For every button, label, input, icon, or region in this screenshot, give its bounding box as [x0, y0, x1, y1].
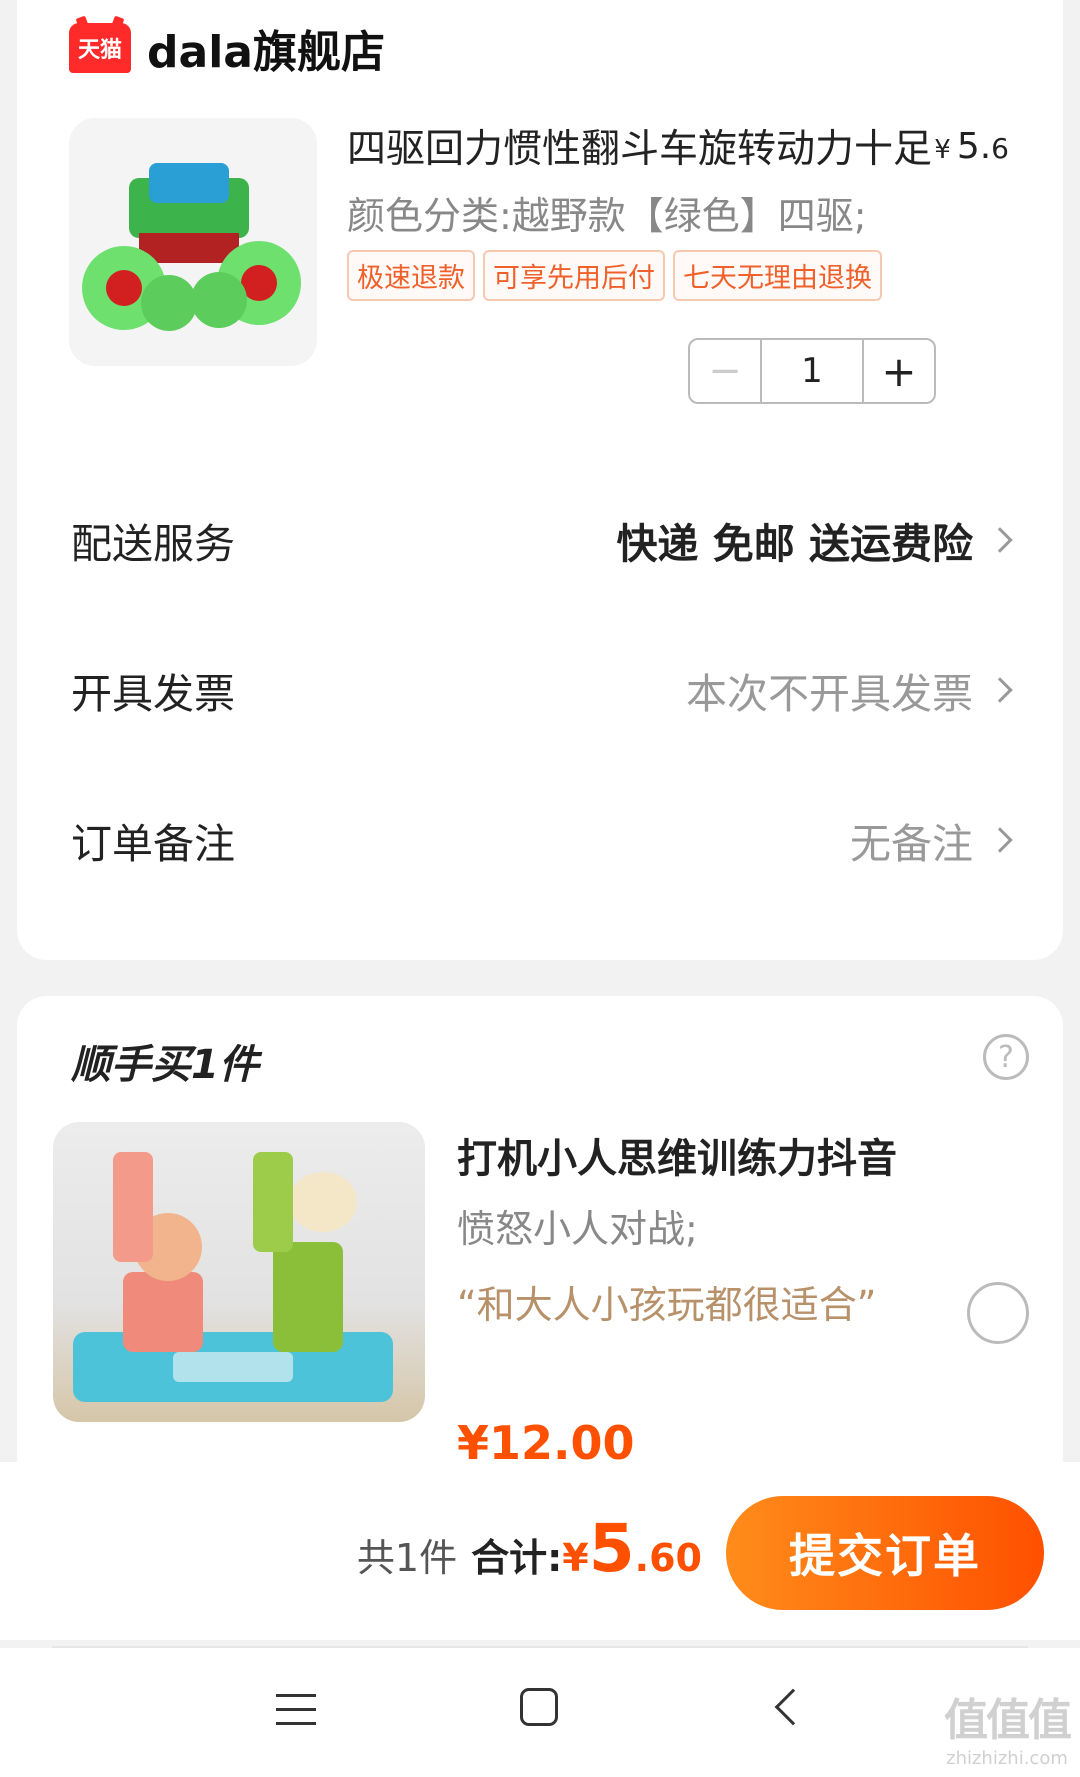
help-icon[interactable]: ?: [983, 1034, 1029, 1080]
chevron-right-icon: [987, 827, 1013, 853]
chevron-right-icon: [987, 677, 1013, 703]
order-total: 共1件 合计: ¥ 5 .60: [357, 1510, 702, 1587]
item-count: 共1件: [356, 1536, 458, 1580]
invoice-label: 开具发票: [71, 670, 235, 718]
shop-name[interactable]: dala旗舰店: [147, 16, 385, 80]
addon-title: 顺手买1件: [71, 1042, 259, 1088]
delivery-value-text: 快递 免邮 送运费险: [616, 520, 973, 568]
quantity-value[interactable]: 1: [762, 340, 862, 402]
addon-select-radio[interactable]: [967, 1282, 1029, 1344]
total-integer: 5: [588, 1510, 635, 1587]
tag-pay-later: 可享先用后付: [483, 250, 665, 301]
tag-fast-refund: 极速退款: [347, 250, 475, 301]
toy-truck-image: [82, 163, 301, 331]
invoice-row[interactable]: 开具发票 本次不开具发票: [71, 650, 1013, 730]
shop-header[interactable]: 天猫 dala旗舰店: [69, 16, 385, 80]
order-card: 天猫 dala旗舰店 四驱回力惯性翻斗车旋转动力十足 ¥5.6 颜色分类:越野款…: [17, 0, 1063, 960]
order-note-value-text: 无备注: [850, 820, 973, 868]
chevron-right-icon: [987, 527, 1013, 553]
price-decimal: 6: [991, 132, 1009, 165]
price-currency: ¥: [934, 135, 951, 165]
price-integer: 5.: [956, 126, 992, 167]
battle-toy-image: [73, 1152, 393, 1402]
product-price: ¥5.6: [934, 126, 1009, 167]
tag-seven-day-return: 七天无理由退换: [673, 250, 882, 301]
system-nav-bar: 值值值 zhizhizhi.com: [0, 1648, 1080, 1777]
addon-sku: 愤怒小人对战;: [457, 1207, 698, 1251]
watermark-text: 值值值: [944, 1695, 1072, 1746]
total-label: 合计:: [471, 1536, 563, 1580]
invoice-value: 本次不开具发票: [686, 660, 1013, 720]
order-note-label: 订单备注: [71, 820, 235, 868]
invoice-value-text: 本次不开具发票: [686, 670, 973, 718]
delivery-value: 快递 免邮 送运费险: [616, 510, 1013, 570]
product-sku[interactable]: 颜色分类:越野款【绿色】四驱;: [347, 185, 867, 240]
back-icon[interactable]: [774, 1688, 812, 1726]
submit-order-button[interactable]: 提交订单: [726, 1496, 1044, 1610]
watermark-url: zhizhizhi.com: [946, 1748, 1068, 1769]
addon-card: 顺手买1件 ? 打机小人思维训练力抖音 愤怒小人对战; “和大人小孩玩都很适合”…: [17, 996, 1063, 1516]
addon-product-name[interactable]: 打机小人思维训练力抖音: [457, 1126, 897, 1184]
checkout-bar: 共1件 合计: ¥ 5 .60 提交订单: [0, 1462, 1080, 1640]
decrease-button[interactable]: −: [690, 340, 762, 402]
order-note-row[interactable]: 订单备注 无备注: [71, 800, 1013, 880]
product-thumbnail[interactable]: [69, 118, 317, 366]
addon-thumbnail[interactable]: [53, 1122, 425, 1422]
delivery-label: 配送服务: [71, 520, 235, 568]
addon-quote: “和大人小孩玩都很适合”: [457, 1283, 877, 1327]
quantity-stepper: − 1 +: [688, 338, 936, 404]
product-title[interactable]: 四驱回力惯性翻斗车旋转动力十足: [347, 118, 932, 174]
tmall-badge-icon: 天猫: [69, 23, 131, 73]
home-icon[interactable]: [520, 1688, 558, 1726]
delivery-row[interactable]: 配送服务 快递 免邮 送运费险: [71, 500, 1013, 580]
total-currency: ¥: [562, 1536, 589, 1580]
increase-button[interactable]: +: [862, 340, 934, 402]
total-decimal: .60: [634, 1536, 702, 1580]
watermark-logo: 值值值 zhizhizhi.com: [944, 1684, 1072, 1769]
order-note-value: 无备注: [850, 810, 1013, 870]
menu-icon[interactable]: [276, 1694, 316, 1726]
service-tags: 极速退款 可享先用后付 七天无理由退换: [347, 250, 882, 301]
